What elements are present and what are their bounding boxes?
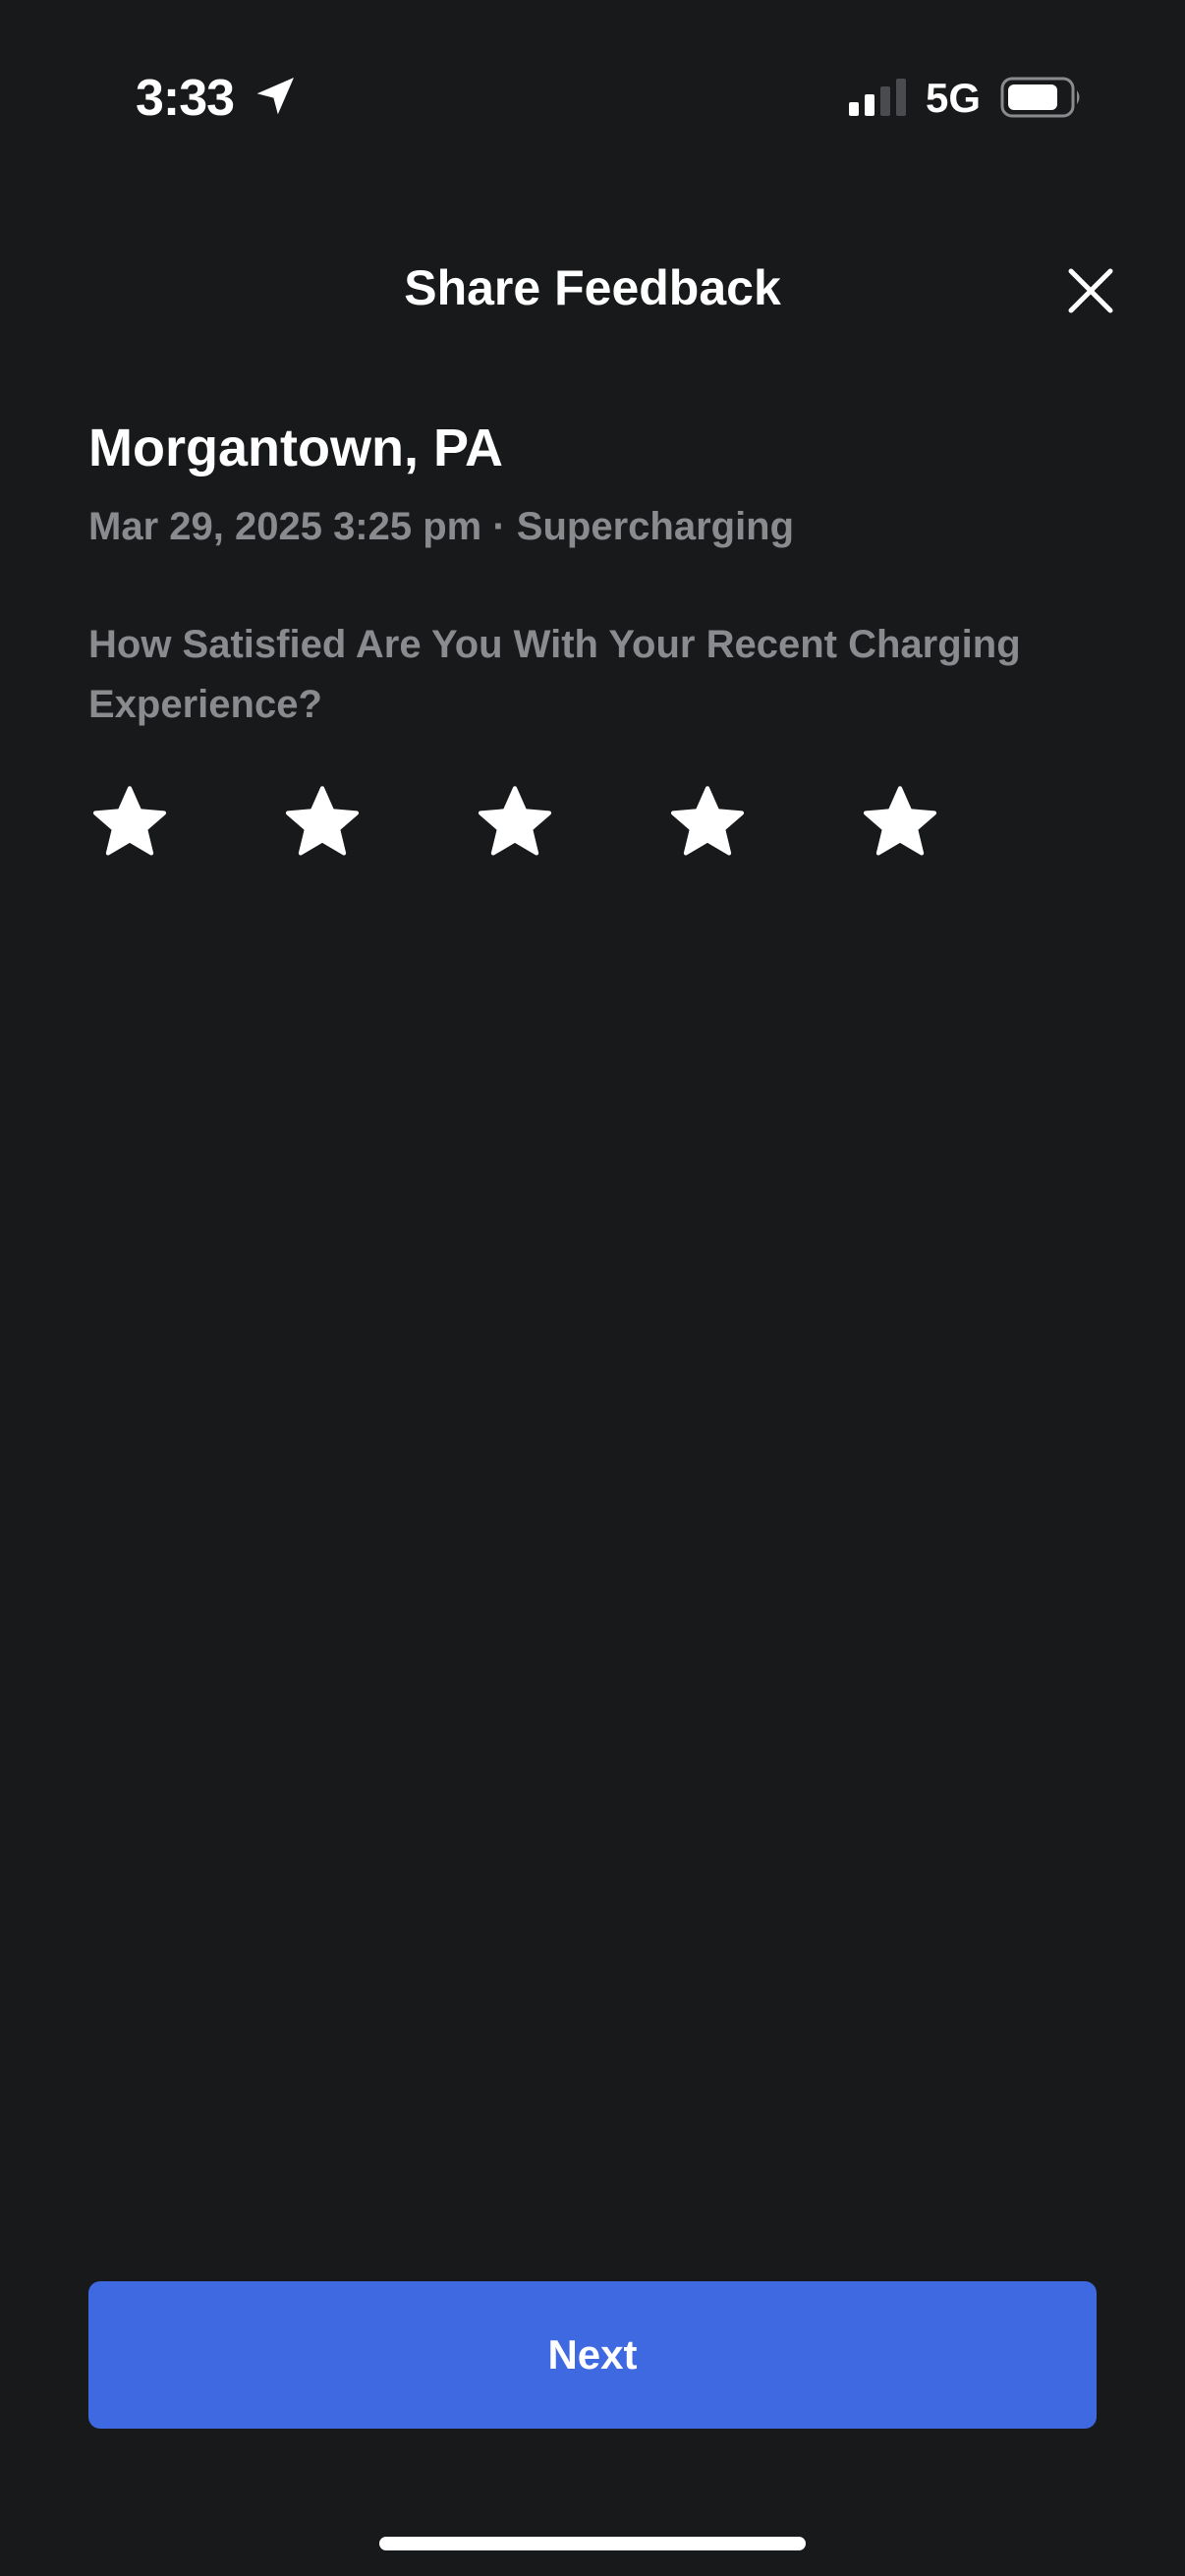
page-title: Share Feedback [404,260,781,315]
star-button-2[interactable] [281,782,364,865]
rating-question: How Satisfied Are You With Your Recent C… [88,623,1021,726]
star-button-1[interactable] [88,782,171,865]
network-type-label: 5G [926,75,982,121]
star-icon [285,786,360,856]
cellular-signal-icon [849,79,908,116]
close-button[interactable] [1063,263,1118,318]
location-name: Morgantown, PA [88,419,503,477]
location-arrow-icon [252,73,299,120]
session-details: Mar 29, 2025 3:25 pm · Supercharging [88,505,795,548]
star-icon [670,786,745,856]
status-bar: 3:33 5G [0,0,1185,187]
star-rating [88,782,973,865]
status-time: 3:33 [136,70,235,127]
star-button-4[interactable] [666,782,749,865]
battery-icon [1000,77,1083,118]
next-button[interactable]: Next [88,2281,1097,2429]
star-button-3[interactable] [474,782,556,865]
close-icon [1068,268,1113,313]
star-button-5[interactable] [859,782,941,865]
star-icon [478,786,552,856]
home-indicator [379,2537,806,2550]
star-icon [863,786,937,856]
star-icon [92,786,167,856]
